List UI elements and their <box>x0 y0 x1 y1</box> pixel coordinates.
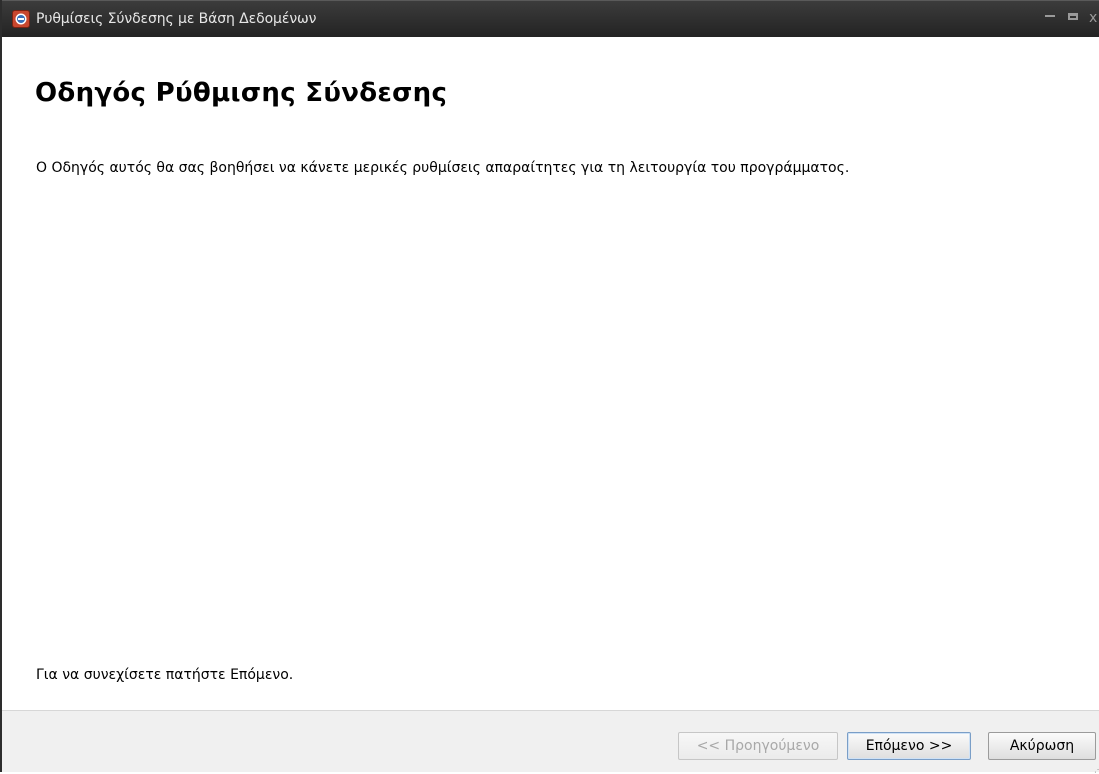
next-button[interactable]: Επόμενο >> <box>847 732 971 760</box>
button-bar: << Προηγούμενο Επόμενο >> Ακύρωση ⋰ <box>2 710 1099 774</box>
wizard-window: Ρυθμίσεις Σύνδεσης με Βάση Δεδομένων x Ο… <box>0 0 1099 774</box>
previous-button[interactable]: << Προηγούμενο <box>678 732 838 760</box>
close-icon[interactable]: x <box>1089 10 1097 26</box>
window-title: Ρυθμίσεις Σύνδεσης με Βάση Δεδομένων <box>36 11 317 27</box>
cancel-button[interactable]: Ακύρωση <box>988 732 1096 760</box>
minimize-icon[interactable] <box>1045 15 1055 17</box>
title-bar[interactable]: Ρυθμίσεις Σύνδεσης με Βάση Δεδομένων x <box>2 0 1099 37</box>
resize-grip[interactable]: ⋰ <box>1094 765 1099 774</box>
app-icon <box>12 10 30 28</box>
intro-text: Ο Οδηγός αυτός θα σας βοηθήσει να κάνετε… <box>36 160 850 176</box>
continue-hint: Για να συνεχίσετε πατήστε Επόμενο. <box>36 667 294 683</box>
page-title: Οδηγός Ρύθμισης Σύνδεσης <box>35 78 448 108</box>
maximize-icon[interactable] <box>1068 13 1078 20</box>
